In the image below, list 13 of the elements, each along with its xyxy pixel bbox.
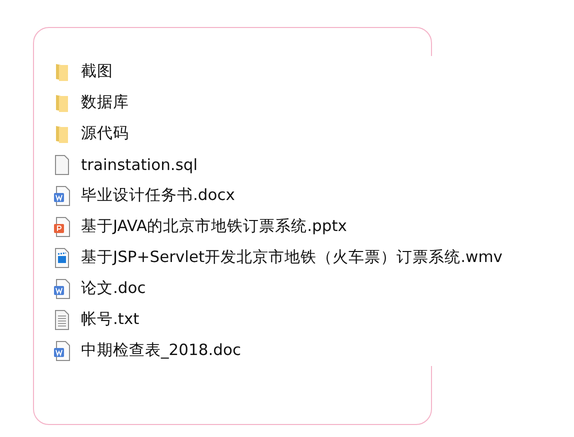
file-name[interactable]: 中期检查表_2018.doc [81,340,241,361]
file-name[interactable]: 帐号.txt [81,309,140,330]
file-name[interactable]: 基于JAVA的北京市地铁订票系统.pptx [81,216,347,237]
file-name[interactable]: 论文.doc [81,278,146,299]
file-name[interactable]: trainstation.sql [81,156,198,174]
file-name[interactable]: 源代码 [81,123,129,144]
file-name[interactable]: 毕业设计任务书.docx [81,185,235,206]
folder-icon [54,62,70,82]
file-name[interactable]: 截图 [81,61,113,82]
folder-icon [54,92,70,112]
file-name[interactable]: 基于JSP+Servlet开发北京市地铁（火车票）订票系统.wmv [81,247,502,268]
folder-icon [54,124,70,144]
file-name[interactable]: 数据库 [81,92,129,113]
